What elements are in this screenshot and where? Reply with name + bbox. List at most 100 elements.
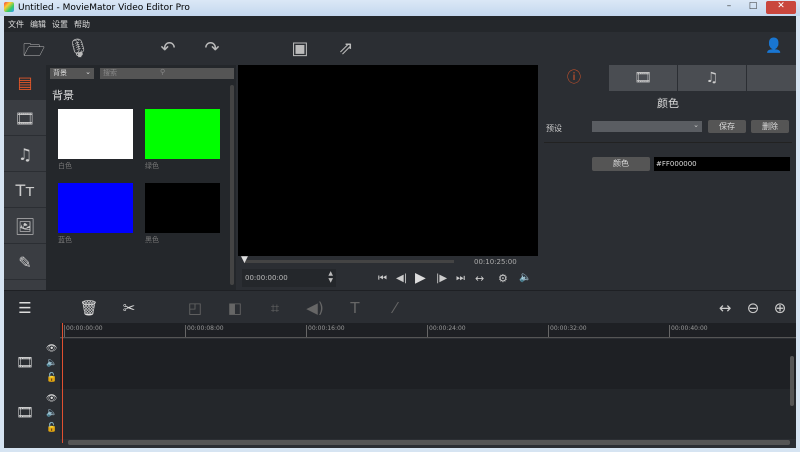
color-swatch	[145, 109, 220, 159]
text-icon[interactable]: T	[344, 299, 366, 317]
player-controls: ▼ 00:10:25:00 00:00:00:00 ▲ ▼ ⏮ ◀| ▶ |▶ ⏭ …	[238, 255, 538, 290]
user-icon[interactable]: 👤	[762, 38, 786, 54]
library-item-green[interactable]: 绿色	[145, 109, 220, 171]
video-track-2[interactable]: 🎞 👁 🔈 🔓	[4, 389, 796, 439]
library-item-blue[interactable]: 蓝色	[58, 183, 133, 245]
properties-title: 颜色	[657, 97, 679, 110]
split-icon[interactable]: ◧	[224, 299, 246, 317]
color-picker-button[interactable]: 颜色	[592, 157, 650, 171]
ruler-tick: 00:00:40:00	[669, 325, 708, 337]
app-window: 文件 编辑 设置 帮助 🗁 🎙 ↶ ↷ ▣ ⇗ 👤 ▤ 🎞 ♫ Tт 🖼 ✎ 背景 ⌄ …	[4, 16, 796, 448]
item-label: 白色	[58, 162, 72, 170]
mute-icon[interactable]: 🔈	[46, 408, 57, 418]
preset-select[interactable]: ⌄	[592, 121, 702, 132]
settings-icon[interactable]: ⚙	[498, 272, 508, 285]
track-list-icon[interactable]: ☰	[14, 299, 36, 317]
visibility-icon[interactable]: 👁	[46, 344, 57, 354]
visibility-icon[interactable]: 👁	[46, 394, 57, 404]
tab-empty[interactable]	[747, 65, 796, 91]
tab-info[interactable]: ⓘ	[540, 65, 608, 91]
close-button[interactable]: ✕	[766, 1, 796, 14]
library-sidebar: ▤ 🎞 ♫ Tт 🖼 ✎	[4, 65, 46, 290]
timeline-ruler[interactable]: 00:00:00:00 00:00:08:00 00:00:16:00 00:0…	[60, 323, 796, 338]
category-select[interactable]: 背景 ⌄	[50, 68, 94, 79]
library-item-black[interactable]: 黑色	[145, 183, 220, 245]
chevron-down-icon: ⌄	[85, 68, 91, 76]
menu-help[interactable]: 帮助	[74, 19, 90, 30]
tab-video[interactable]: 🎞	[609, 65, 677, 91]
zoom-in-icon[interactable]: ⊕	[769, 299, 791, 317]
save-icon[interactable]: ▣	[288, 38, 312, 59]
sidebar-item-background[interactable]: ▤	[4, 65, 46, 100]
sidebar-item-image[interactable]: 🖼	[4, 209, 46, 244]
color-value-input[interactable]: #FF000000	[654, 157, 790, 171]
ruler-tick: 00:00:16:00	[306, 325, 345, 337]
library-scrollbar[interactable]	[230, 85, 234, 285]
category-value: 背景	[53, 69, 67, 77]
magic-wand-icon[interactable]: ⁄	[384, 299, 406, 317]
color-swatch	[145, 183, 220, 233]
resize-icon[interactable]: ◰	[184, 299, 206, 317]
sidebar-item-text[interactable]: Tт	[4, 173, 46, 208]
sidebar-item-effects[interactable]: ✎	[4, 245, 46, 280]
minimize-button[interactable]: –	[718, 1, 740, 13]
divider	[544, 142, 792, 143]
library-panel: 背景 ⌄ 搜索 ⚲ 背景 白色 绿色 蓝色 黑色	[46, 65, 236, 290]
sidebar-item-video[interactable]: 🎞	[4, 101, 46, 136]
volume-icon[interactable]: 🔈	[519, 272, 531, 283]
next-frame-icon[interactable]: |▶	[436, 273, 447, 284]
timeline-vertical-scrollbar[interactable]	[790, 356, 794, 406]
fit-icon[interactable]: ↔	[475, 272, 484, 285]
zoom-out-icon[interactable]: ⊖	[742, 299, 764, 317]
ruler-corner	[4, 323, 60, 339]
menu-bar: 文件 编辑 设置 帮助	[4, 16, 796, 32]
window-title: Untitled - MovieMator Video Editor Pro	[18, 3, 190, 13]
delete-icon[interactable]: 🗑	[78, 299, 100, 317]
prev-frame-icon[interactable]: ◀|	[396, 273, 407, 284]
ruler-tick: 00:00:00:00	[64, 325, 103, 337]
skip-end-icon[interactable]: ⏭	[456, 273, 465, 284]
video-track-1[interactable]: 🎞 👁 🔈 🔓	[4, 339, 796, 389]
maximize-button[interactable]: □	[742, 1, 764, 13]
save-preset-button[interactable]: 保存	[708, 120, 746, 133]
fit-timeline-icon[interactable]: ↔	[714, 299, 736, 317]
timecode-input[interactable]: 00:00:00:00 ▲ ▼	[242, 269, 336, 287]
sidebar-item-music[interactable]: ♫	[4, 137, 46, 172]
lock-icon[interactable]: 🔓	[46, 373, 57, 383]
open-folder-icon[interactable]: 🗁	[22, 38, 46, 68]
delete-preset-button[interactable]: 删除	[751, 120, 789, 133]
item-label: 绿色	[145, 162, 159, 170]
menu-edit[interactable]: 编辑	[30, 19, 46, 30]
microphone-icon[interactable]: 🎙	[66, 38, 90, 59]
search-input[interactable]: 搜索 ⚲	[100, 68, 234, 79]
seek-bar[interactable]	[244, 260, 454, 263]
search-icon: ⚲	[160, 68, 166, 76]
spinner-icon[interactable]: ▲ ▼	[328, 270, 333, 284]
export-icon[interactable]: ⇗	[334, 38, 358, 59]
menu-settings[interactable]: 设置	[52, 19, 68, 30]
scissors-icon[interactable]: ✂	[118, 299, 140, 317]
menu-file[interactable]: 文件	[8, 19, 24, 30]
timeline-horizontal-scrollbar[interactable]	[68, 440, 790, 445]
audio-icon[interactable]: ◀)	[304, 299, 326, 317]
track-header: 🎞 👁 🔈 🔓	[4, 389, 60, 439]
library-item-white[interactable]: 白色	[58, 109, 133, 171]
playhead[interactable]	[62, 323, 63, 443]
mute-icon[interactable]: 🔈	[46, 358, 57, 368]
main-toolbar: 🗁 🎙 ↶ ↷ ▣ ⇗ 👤	[4, 32, 796, 65]
play-icon[interactable]: ▶	[415, 270, 426, 286]
seek-handle[interactable]: ▼	[241, 255, 248, 265]
title-bar: Untitled - MovieMator Video Editor Pro –…	[0, 0, 800, 16]
timeline-toolbar: ☰ 🗑 ✂ ◰ ◧ ⌗ ◀) T ⁄ ↔ ⊖ ⊕	[4, 290, 796, 323]
item-label: 黑色	[145, 236, 159, 244]
redo-icon[interactable]: ↷	[200, 38, 224, 59]
undo-icon[interactable]: ↶	[156, 38, 180, 59]
skip-start-icon[interactable]: ⏮	[378, 273, 387, 284]
preset-label: 预设	[546, 124, 562, 133]
tab-audio[interactable]: ♫	[678, 65, 746, 91]
timecode-value: 00:00:00:00	[245, 274, 288, 282]
lock-icon[interactable]: 🔓	[46, 423, 57, 433]
color-swatch	[58, 109, 133, 159]
crop-icon[interactable]: ⌗	[264, 299, 286, 317]
color-swatch	[58, 183, 133, 233]
